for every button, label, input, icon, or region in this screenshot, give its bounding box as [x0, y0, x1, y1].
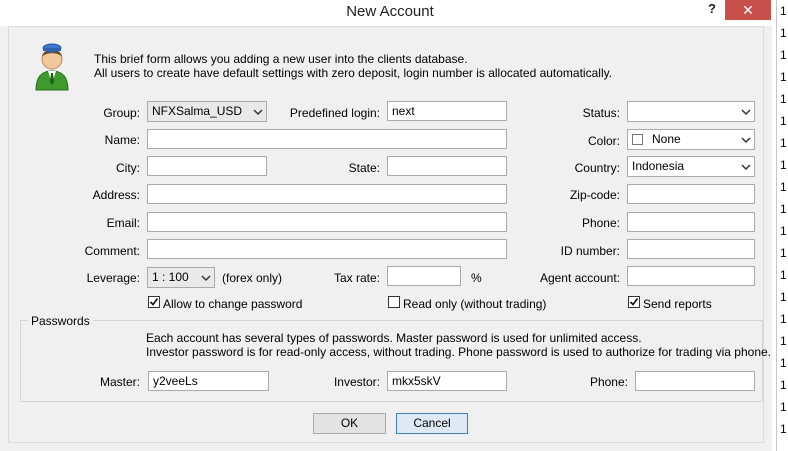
close-button[interactable]: ✕ — [725, 0, 771, 20]
phone-password-input[interactable] — [635, 371, 755, 391]
checkmark-icon — [629, 298, 639, 306]
strip-cell: 1 — [780, 114, 787, 128]
send-reports-label[interactable]: Send reports — [643, 297, 712, 311]
predefined-login-label: Predefined login: — [289, 106, 380, 120]
group-select-value: NFXSalma_USD — [152, 104, 243, 118]
read-only-checkbox[interactable] — [388, 296, 400, 308]
passwords-info-line1: Each account has several types of passwo… — [146, 331, 642, 345]
strip-cell: 1 — [780, 422, 787, 436]
strip-cell: 1 — [780, 400, 787, 414]
intro-text-line1: This brief form allows you adding a new … — [94, 52, 468, 66]
allow-change-password-checkbox[interactable] — [148, 296, 160, 308]
leverage-select-value: 1 : 100 — [152, 270, 189, 284]
chevron-down-icon — [741, 164, 751, 171]
strip-cell: 1 — [780, 180, 787, 194]
status-label: Status: — [582, 106, 620, 120]
tax-rate-label: Tax rate: — [333, 271, 380, 285]
master-password-input[interactable]: y2veeLs — [148, 371, 269, 391]
status-select[interactable] — [627, 101, 755, 122]
send-reports-checkbox[interactable] — [628, 296, 640, 308]
leverage-note: (forex only) — [222, 271, 283, 285]
tax-rate-input[interactable] — [387, 266, 461, 286]
passwords-info-line2: Investor password is for read-only acces… — [146, 345, 772, 359]
state-input[interactable] — [387, 156, 507, 176]
country-select-value: Indonesia — [632, 159, 685, 173]
city-input[interactable] — [147, 156, 267, 176]
background-window-strip: 1 1 1 1 1 1 1 1 1 1 1 1 1 1 1 1 1 1 1 1 — [776, 0, 788, 451]
chevron-down-icon — [741, 137, 751, 144]
ok-button[interactable]: OK — [313, 413, 386, 434]
leverage-select[interactable]: 1 : 100 — [147, 267, 215, 288]
email-label: Email: — [106, 216, 140, 230]
strip-cell: 1 — [780, 70, 787, 84]
strip-cell: 1 — [780, 136, 787, 150]
leverage-label: Leverage: — [86, 271, 140, 285]
phone-password-label: Phone: — [589, 375, 628, 389]
name-label: Name: — [104, 133, 140, 147]
read-only-label[interactable]: Read only (without trading) — [403, 297, 546, 311]
chevron-down-icon — [253, 109, 263, 116]
strip-cell: 1 — [780, 4, 787, 18]
agent-account-input[interactable] — [627, 266, 755, 286]
comment-input[interactable] — [147, 239, 507, 259]
tax-rate-unit: % — [471, 271, 482, 285]
agent-account-label: Agent account: — [539, 271, 620, 285]
phone-input[interactable] — [627, 212, 755, 232]
cancel-button[interactable]: Cancel — [396, 413, 468, 434]
title-bar: New Account ? ✕ — [0, 0, 772, 26]
group-select[interactable]: NFXSalma_USD — [147, 101, 267, 122]
color-select[interactable]: None — [627, 129, 755, 150]
color-label: Color: — [587, 134, 620, 148]
name-input[interactable] — [147, 129, 507, 149]
strip-cell: 1 — [780, 290, 787, 304]
country-select[interactable]: Indonesia — [627, 156, 755, 177]
strip-cell: 1 — [780, 224, 787, 238]
passwords-group-title: Passwords — [28, 314, 93, 328]
window-title: New Account — [346, 3, 434, 20]
strip-cell: 1 — [780, 356, 787, 370]
strip-cell: 1 — [780, 246, 787, 260]
phone-label: Phone: — [581, 216, 620, 230]
color-select-value: None — [652, 132, 681, 146]
user-icon — [32, 42, 72, 92]
strip-cell: 1 — [780, 26, 787, 40]
strip-cell: 1 — [780, 312, 787, 326]
chevron-down-icon — [201, 275, 211, 282]
chevron-down-icon — [741, 109, 751, 116]
zip-input[interactable] — [627, 184, 755, 204]
intro-text-line2: All users to create have default setting… — [94, 66, 613, 80]
window-frame — [0, 26, 8, 451]
address-input[interactable] — [147, 184, 507, 204]
id-number-input[interactable] — [627, 239, 755, 259]
master-password-label: Master: — [99, 375, 140, 389]
investor-password-label: Investor: — [333, 375, 380, 389]
strip-cell: 1 — [780, 202, 787, 216]
email-input[interactable] — [147, 212, 507, 232]
country-label: Country: — [574, 161, 620, 175]
color-swatch — [632, 134, 643, 145]
investor-password-input[interactable]: mkx5skV — [387, 371, 507, 391]
comment-label: Comment: — [84, 244, 140, 258]
predefined-login-input[interactable]: next — [387, 101, 507, 121]
zip-label: Zip-code: — [569, 188, 620, 202]
id-number-label: ID number: — [560, 244, 620, 258]
window-frame — [764, 26, 772, 451]
city-label: City: — [116, 161, 140, 175]
checkmark-icon — [149, 298, 159, 306]
strip-cell: 1 — [780, 48, 787, 62]
state-label: State: — [348, 161, 380, 175]
window-frame — [0, 443, 772, 451]
strip-cell: 1 — [780, 158, 787, 172]
address-label: Address: — [92, 188, 140, 202]
strip-cell: 1 — [780, 378, 787, 392]
group-label: Group: — [103, 106, 140, 120]
allow-change-password-label[interactable]: Allow to change password — [163, 297, 302, 311]
strip-cell: 1 — [780, 268, 787, 282]
strip-cell: 1 — [780, 92, 787, 106]
strip-cell: 1 — [780, 334, 787, 348]
help-button[interactable]: ? — [700, 0, 724, 18]
